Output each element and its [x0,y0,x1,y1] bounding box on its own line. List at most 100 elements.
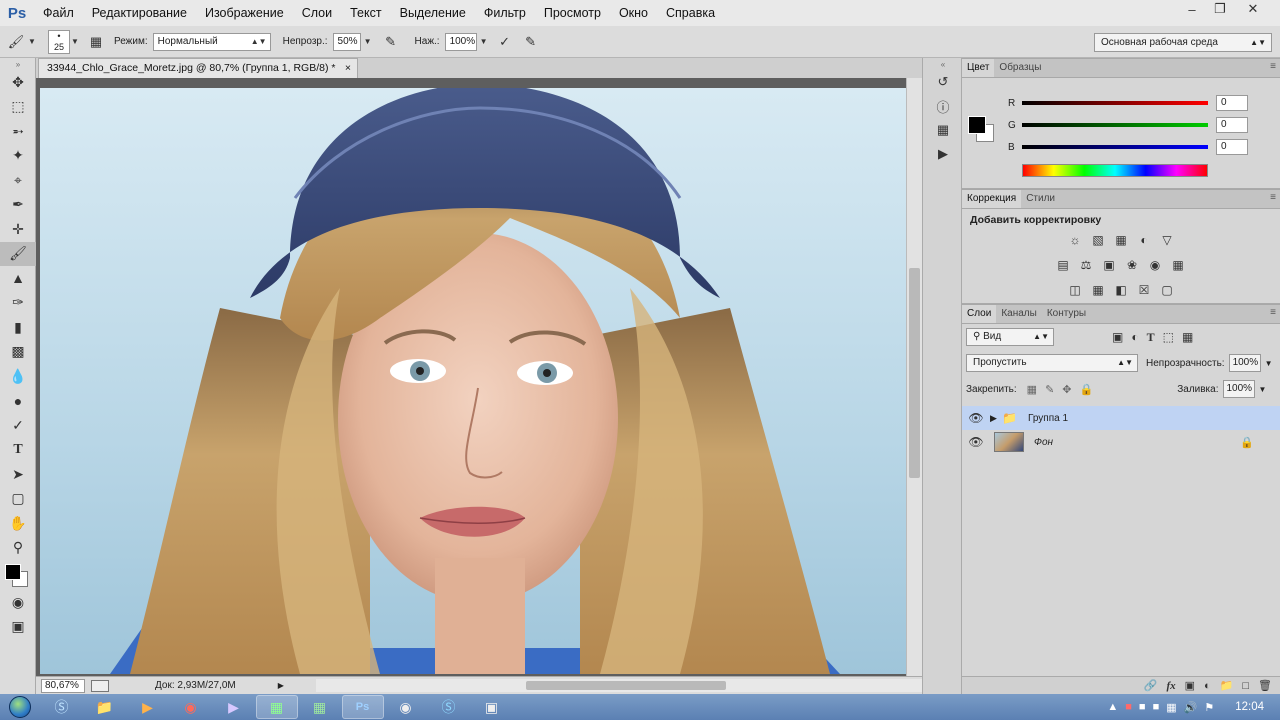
tablet-size-icon[interactable]: ✎ [521,32,541,52]
brightness-contrast-icon[interactable]: ☼ [1066,231,1084,249]
red-slider[interactable]: R 0 [1008,95,1248,111]
tray-flag-icon[interactable]: ⚑ [1204,701,1214,714]
filter-shape-icon[interactable]: ⬚ [1163,330,1174,345]
menu-view[interactable]: Просмотр [535,0,610,26]
vibrance-icon[interactable]: ▽ [1158,231,1176,249]
chevron-down-icon[interactable]: ▼ [477,32,491,52]
rectangle-tool-icon[interactable]: ▢ [0,487,36,512]
media-app-icon[interactable]: ▶ [213,695,255,719]
gradient-tool-icon[interactable]: ▩ [0,340,36,365]
hue-saturation-icon[interactable]: ▤ [1054,256,1072,274]
screen-mode-icon[interactable]: ▣ [0,615,36,640]
airbrush-icon[interactable]: ✓ [495,32,515,52]
color-balance-icon[interactable]: ⚖ [1077,256,1095,274]
red-value-input[interactable]: 0 [1216,95,1248,111]
brush-size-picker[interactable]: • 25 [48,29,70,54]
menu-filter[interactable]: Фильтр [475,0,535,26]
menu-window[interactable]: Окно [610,0,657,26]
opacity-input[interactable]: 50% [332,32,361,51]
eraser-tool-icon[interactable]: ▮ [0,315,36,340]
quick-mask-icon[interactable]: ◉ [0,590,36,615]
selective-color-icon[interactable]: ☒ [1135,281,1153,299]
filter-type-icon[interactable]: T [1147,330,1155,345]
menu-image[interactable]: Изображение [196,0,293,26]
tab-paths[interactable]: Контуры [1042,305,1091,323]
excel-2-icon[interactable]: ▦ [299,695,341,719]
tray-network-icon[interactable]: ▦ [1166,701,1176,714]
black-white-icon[interactable]: ▣ [1100,256,1118,274]
document-canvas[interactable] [40,88,906,674]
tab-layers[interactable]: Слои [962,305,997,323]
brush-panel-icon[interactable]: ▦ [86,32,106,52]
foreground-color-swatch[interactable] [5,564,21,580]
quick-select-tool-icon[interactable]: ✦ [0,144,36,169]
brush-presets-icon[interactable]: ▦ [923,118,963,142]
horizontal-scroll-thumb[interactable] [526,681,726,690]
add-mask-icon[interactable]: ▣ [1185,679,1195,692]
menu-help[interactable]: Справка [657,0,724,26]
exposure-icon[interactable]: ◐ [1135,231,1153,249]
new-layer-icon[interactable]: □ [1242,680,1249,692]
history-panel-icon[interactable]: ↺ [923,70,963,94]
blur-tool-icon[interactable]: 💧 [0,364,36,389]
flow-input[interactable]: 100% [444,32,477,51]
green-value-input[interactable]: 0 [1216,117,1248,133]
actions-panel-icon[interactable]: ▶ [923,142,963,166]
chevron-down-icon[interactable]: ▼ [1265,359,1273,368]
media-player-icon[interactable]: ▶ [127,695,169,719]
posterize-icon[interactable]: ▦ [1089,281,1107,299]
brush-tool-icon[interactable]: 🖌 [0,241,36,266]
green-slider-track[interactable] [1022,123,1208,127]
document-tab[interactable]: 33944_Chlo_Grace_Moretz.jpg @ 80,7% (Гру… [38,58,358,78]
pen-tool-icon[interactable]: ✓ [0,413,36,438]
marquee-tool-icon[interactable]: ⬚ [0,95,36,120]
panel-menu-icon[interactable]: ≡ [1270,61,1276,72]
workspace-select[interactable]: Основная рабочая среда ▲▼ [1094,33,1272,52]
lock-position-icon[interactable]: ✥ [1062,383,1071,396]
hand-tool-icon[interactable]: ✋ [0,511,36,536]
type-tool-icon[interactable]: T [0,438,36,463]
internet-explorer-icon[interactable]: Ⓢ [41,695,83,719]
menu-edit[interactable]: Редактирование [83,0,196,26]
dodge-tool-icon[interactable]: ● [0,389,36,414]
panel-menu-icon[interactable]: ≡ [1270,192,1276,203]
tray-app-icon[interactable]: ■ [1125,701,1132,713]
chevron-down-icon[interactable]: ▼ [26,32,38,52]
chrome-icon[interactable]: ◉ [170,695,212,719]
layer-row-group-1[interactable]: 👁 ▶ 📁 Группа 1 [962,406,1280,430]
info-panel-icon[interactable]: ⓘ [923,94,963,118]
new-adjustment-layer-icon[interactable]: ◐ [1204,680,1211,692]
tray-expand-icon[interactable]: ▲ [1107,701,1118,713]
lock-transparency-icon[interactable]: ▦ [1027,383,1037,396]
layer-row-background[interactable]: 👁 Фон 🔒 [962,430,1280,454]
layer-style-icon[interactable]: fx [1166,680,1175,692]
path-selection-tool-icon[interactable]: ➤ [0,462,36,487]
gradient-map-icon[interactable]: ▢ [1158,281,1176,299]
tab-channels[interactable]: Каналы [996,305,1042,323]
lock-all-icon[interactable]: 🔒 [1080,383,1094,396]
status-menu-arrow-icon[interactable]: ▶ [278,681,284,690]
skype-icon[interactable]: Ⓢ [428,695,470,719]
filter-adjustment-icon[interactable]: ◐ [1131,330,1138,345]
expand-arrow-icon[interactable]: ▶ [990,413,1002,424]
zoom-level-field[interactable]: 80,67% [41,678,85,693]
crop-tool-icon[interactable]: ⌖ [0,168,36,193]
tab-swatches[interactable]: Образцы [994,59,1046,77]
red-slider-track[interactable] [1022,101,1208,105]
tab-styles[interactable]: Стили [1021,190,1060,208]
excel-icon[interactable]: ▦ [255,695,298,719]
levels-icon[interactable]: ▧ [1089,231,1107,249]
restore-icon[interactable]: ❐ [1206,0,1234,18]
status-info-icon[interactable] [91,679,109,692]
visibility-eye-icon[interactable]: 👁 [962,411,990,425]
photoshop-taskbar-icon[interactable]: Ps [341,695,384,719]
chevron-down-icon[interactable]: ▼ [1259,385,1267,394]
tray-app-icon[interactable]: ■ [1139,701,1146,713]
minimize-icon[interactable]: – [1178,0,1206,18]
menu-layers[interactable]: Слои [293,0,341,26]
menu-type[interactable]: Текст [341,0,390,26]
foreground-color-swatch[interactable] [968,116,986,134]
link-layers-icon[interactable]: 🔗 [1144,679,1158,692]
collapse-icon[interactable]: » [0,58,36,70]
blue-slider[interactable]: B 0 [1008,139,1248,155]
